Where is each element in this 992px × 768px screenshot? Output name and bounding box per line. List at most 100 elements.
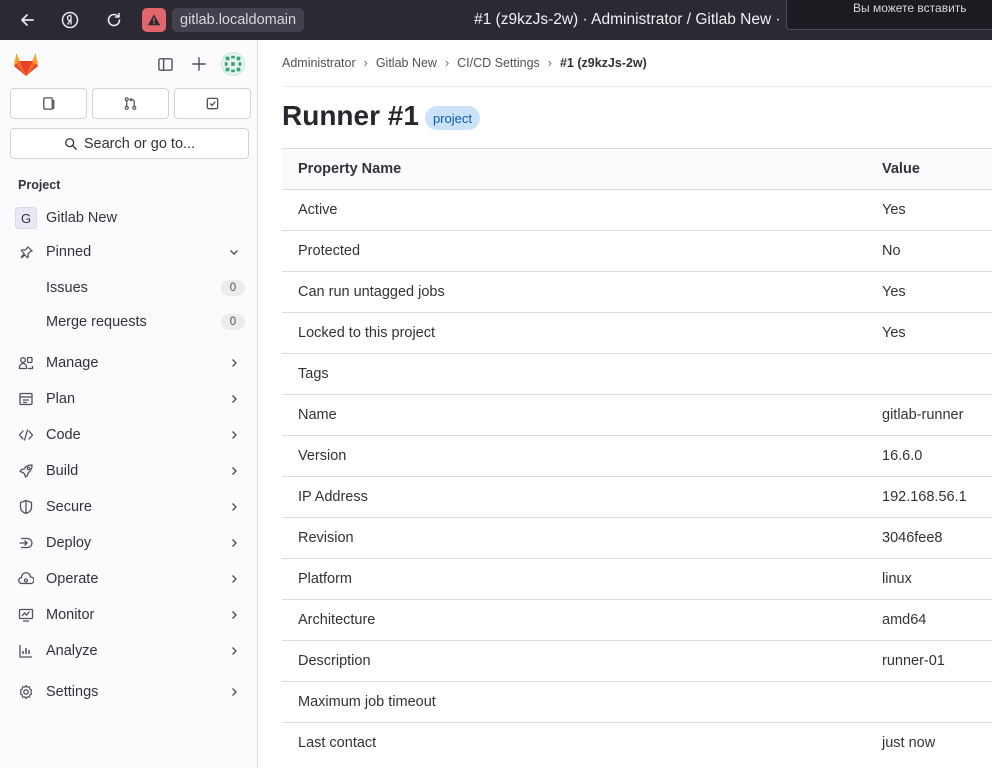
rocket-icon [17,462,35,480]
page-heading: Runner #1 project [282,100,480,132]
chevron-right-icon [232,611,237,619]
address-bar[interactable]: gitlab.localdomain [142,8,305,32]
avatar[interactable] [221,52,245,76]
property-name: Name [282,394,866,436]
chevron-right-icon [232,359,237,367]
column-header-property: Property Name [282,148,866,190]
property-name: Architecture [282,599,866,641]
property-name: IP Address [282,476,866,518]
deploy-icon [17,534,35,552]
table-row: Last contact just now [282,722,992,764]
chevron-down-icon [230,250,238,255]
url-text[interactable]: gitlab.localdomain [172,8,305,32]
sidebar-item-project[interactable]: G Gitlab New [10,202,249,234]
sidebar-item-operate[interactable]: Operate [10,563,249,595]
sidebar-item-label: Build [46,463,79,479]
chevron-right-icon [232,647,237,655]
chevron-right-icon [232,395,237,403]
chevron-right-icon [232,467,237,475]
sidebar-item-build[interactable]: Build [10,455,249,487]
breadcrumb-item[interactable]: Administrator [282,56,356,70]
property-name: Protected [282,230,866,272]
sidebar-item-analyze[interactable]: Analyze [10,635,249,667]
reload-button[interactable] [94,0,134,40]
plus-icon[interactable] [189,54,209,74]
sidebar-item-issues[interactable]: Issues 0 [10,272,249,304]
property-value: Yes [866,312,992,354]
gitlab-logo-icon[interactable] [12,51,40,77]
sidebar-toggle-icon[interactable] [155,54,175,74]
project-avatar: G [15,207,37,229]
property-value: linux [866,558,992,600]
table-row: Revision 3046fee8 [282,517,992,559]
sidebar-item-merge-requests[interactable]: Merge requests 0 [10,306,249,338]
property-name: Version [282,435,866,477]
breadcrumb-item[interactable]: Gitlab New [376,56,437,70]
sidebar-item-plan[interactable]: Plan [10,383,249,415]
sidebar-item-code[interactable]: Code [10,419,249,451]
table-header-row: Property Name Value [282,148,992,190]
sidebar-item-manage[interactable]: Manage [10,347,249,379]
arrow-left-icon [21,14,34,26]
chevron-right-icon [232,503,237,511]
property-name: Last contact [282,722,866,764]
sidebar-item-label: Secure [46,499,92,515]
sidebar-item-label: Gitlab New [46,210,117,226]
back-button[interactable] [7,0,47,40]
sidebar-item-pinned[interactable]: Pinned [10,236,249,268]
code-icon [17,426,35,444]
sidebar-item-settings[interactable]: Settings [10,676,249,708]
property-name: Locked to this project [282,312,866,354]
property-value: just now [866,722,992,764]
assigned-issues-button[interactable] [10,88,87,119]
property-name: Platform [282,558,866,600]
sidebar-quick-tabs [10,88,251,119]
breadcrumb: Administrator › Gitlab New › CI/CD Setti… [282,40,992,87]
shield-icon [17,498,35,516]
property-value: 3046fee8 [866,517,992,559]
breadcrumb-item[interactable]: CI/CD Settings [457,56,540,70]
sidebar-item-secure[interactable]: Secure [10,491,249,523]
merge-requests-button[interactable] [92,88,169,119]
chevron-right-icon [232,688,237,696]
search-button[interactable]: Search or go to... [10,128,249,159]
sidebar-item-label: Analyze [46,643,98,659]
table-row: Platform linux [282,558,992,600]
sidebar-item-label: Plan [46,391,76,407]
property-name: Revision [282,517,866,559]
table-row: Name gitlab-runner [282,394,992,436]
sidebar-item-label: Issues [46,280,88,296]
issues-icon [43,97,55,110]
property-name: Maximum job timeout [282,681,866,723]
table-row: Locked to this project Yes [282,312,992,354]
sidebar-header [0,40,257,88]
chevron-right-icon: › [363,56,368,70]
property-value: amd64 [866,599,992,641]
sidebar-item-monitor[interactable]: Monitor [10,599,249,631]
window-title: #1 (z9kzJs-2w) · Administrator / Gitlab … [474,11,781,28]
cloud-gear-icon [17,570,35,588]
property-value [866,681,992,723]
table-row: Architecture amd64 [282,599,992,641]
property-value [866,353,992,395]
gear-icon [17,683,35,701]
table-row: Tags [282,353,992,395]
property-value: No [866,230,992,272]
runner-properties-table: Property Name Value Active Yes Protected N… [282,148,992,764]
property-name: Tags [282,353,866,395]
page-title: Runner #1 [282,100,419,131]
breadcrumb-current[interactable]: #1 (z9kzJs-2w) [560,56,647,70]
table-row: Active Yes [282,189,992,231]
table-row: Version 16.6.0 [282,435,992,477]
sidebar-section-title: Project [18,178,61,192]
security-warning-icon[interactable] [142,8,166,32]
sidebar-item-label: Settings [46,684,99,700]
chart-icon [17,642,35,660]
property-value: Yes [866,189,992,231]
main-content: Administrator › Gitlab New › CI/CD Setti… [258,40,992,768]
chevron-right-icon: › [444,56,450,70]
yandex-button[interactable] [50,0,90,40]
todos-button[interactable] [174,88,251,119]
chevron-right-icon: › [547,56,552,70]
sidebar-item-deploy[interactable]: Deploy [10,527,249,559]
